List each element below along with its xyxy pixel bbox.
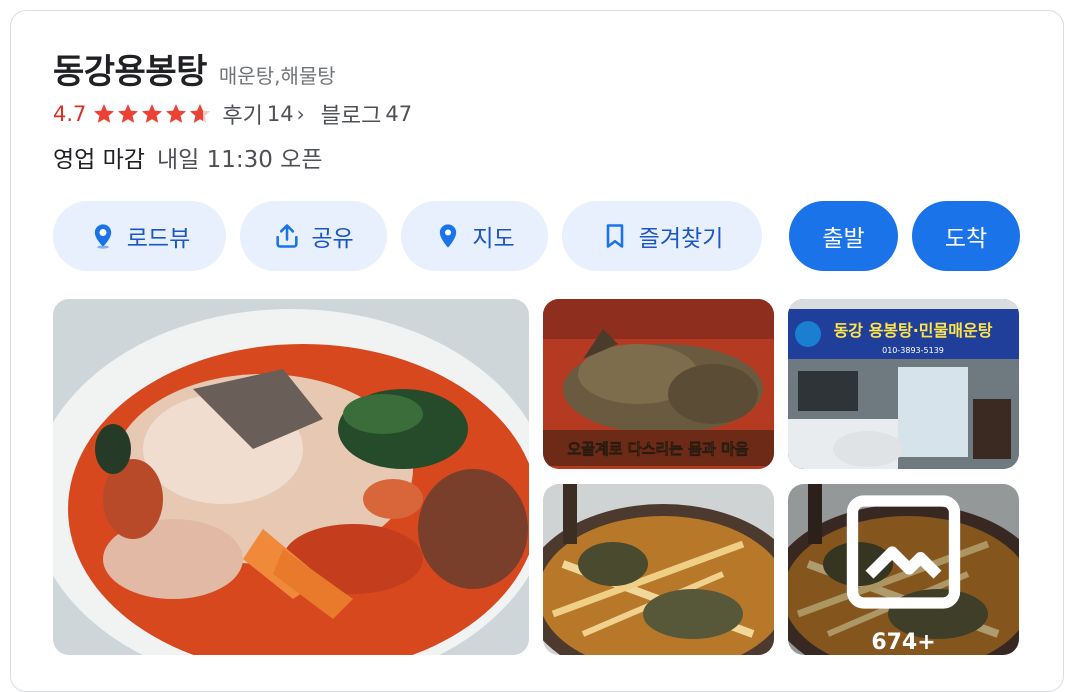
storefront-image: 동강 용봉탕·민물매운탕 010-3893-5139 [788,299,1019,469]
roadview-label: 로드뷰 [126,226,191,252]
save-button[interactable]: 즐겨찾기 [562,201,762,271]
arrive-button[interactable]: 도착 [912,201,1020,271]
roadview-button[interactable]: 로드뷰 [53,201,226,271]
depart-label: 출발 [822,226,865,252]
star-rating [92,102,212,126]
share-icon [276,224,298,248]
star-icon [94,104,115,123]
place-category: 매운탕,해물탕 [218,64,336,88]
map-button[interactable]: 지도 [401,201,548,271]
photo-more[interactable]: 674+ [788,484,1019,655]
main-photo[interactable] [53,299,529,655]
photo-4[interactable] [543,484,774,655]
rating-row: 4.7 후기 14 › 블로그 47 [53,98,412,130]
blog-link[interactable]: 블로그 [321,98,382,130]
rating-value: 4.7 [53,102,87,126]
stew-photo-image [53,299,529,655]
blog-count[interactable]: 47 [385,102,412,126]
image-gallery-icon [846,495,961,609]
roadview-pin-icon [94,224,111,249]
photo-3[interactable]: 동강 용봉탕·민물매운탕 010-3893-5139 [788,299,1019,469]
storefront-phone: 010-3893-5139 [882,346,944,355]
more-photos-count: 674+ [871,630,936,655]
pot-stew-image [543,484,774,655]
storefront-sign-text: 동강 용봉탕·민물매운탕 [834,321,993,340]
business-status: 영업 마감 [53,147,145,173]
reviews-count[interactable]: 14 [267,102,294,126]
tv-caption: 오골계로 다스리는 몸과 마음 [567,440,748,458]
hours-row: 영업 마감 내일 11:30 오픈 [53,140,323,174]
bookmark-icon [606,224,623,248]
next-open-time: 내일 11:30 오픈 [156,147,323,173]
depart-button[interactable]: 출발 [789,201,898,271]
photo-2[interactable]: 오골계로 다스리는 몸과 마음 [543,299,774,469]
reviews-link[interactable]: 후기 [222,98,262,130]
share-button[interactable]: 공유 [240,201,387,271]
place-name[interactable]: 동강용봉탕 [53,44,207,93]
title-row: 동강용봉탕 매운탕,해물탕 [53,44,336,93]
share-label: 공유 [311,226,354,252]
star-icon [118,104,139,123]
map-label: 지도 [472,226,515,252]
arrive-label: 도착 [944,226,988,252]
half-star-icon [190,104,211,123]
more-photos-overlay[interactable]: 674+ [788,484,1019,655]
map-pin-icon [440,224,457,248]
chevron-right-icon[interactable]: › [297,102,305,126]
star-icon [166,104,187,123]
star-icon [142,104,163,123]
save-label: 즐겨찾기 [638,226,724,252]
tv-capture-image: 오골계로 다스리는 몸과 마음 [543,299,774,469]
